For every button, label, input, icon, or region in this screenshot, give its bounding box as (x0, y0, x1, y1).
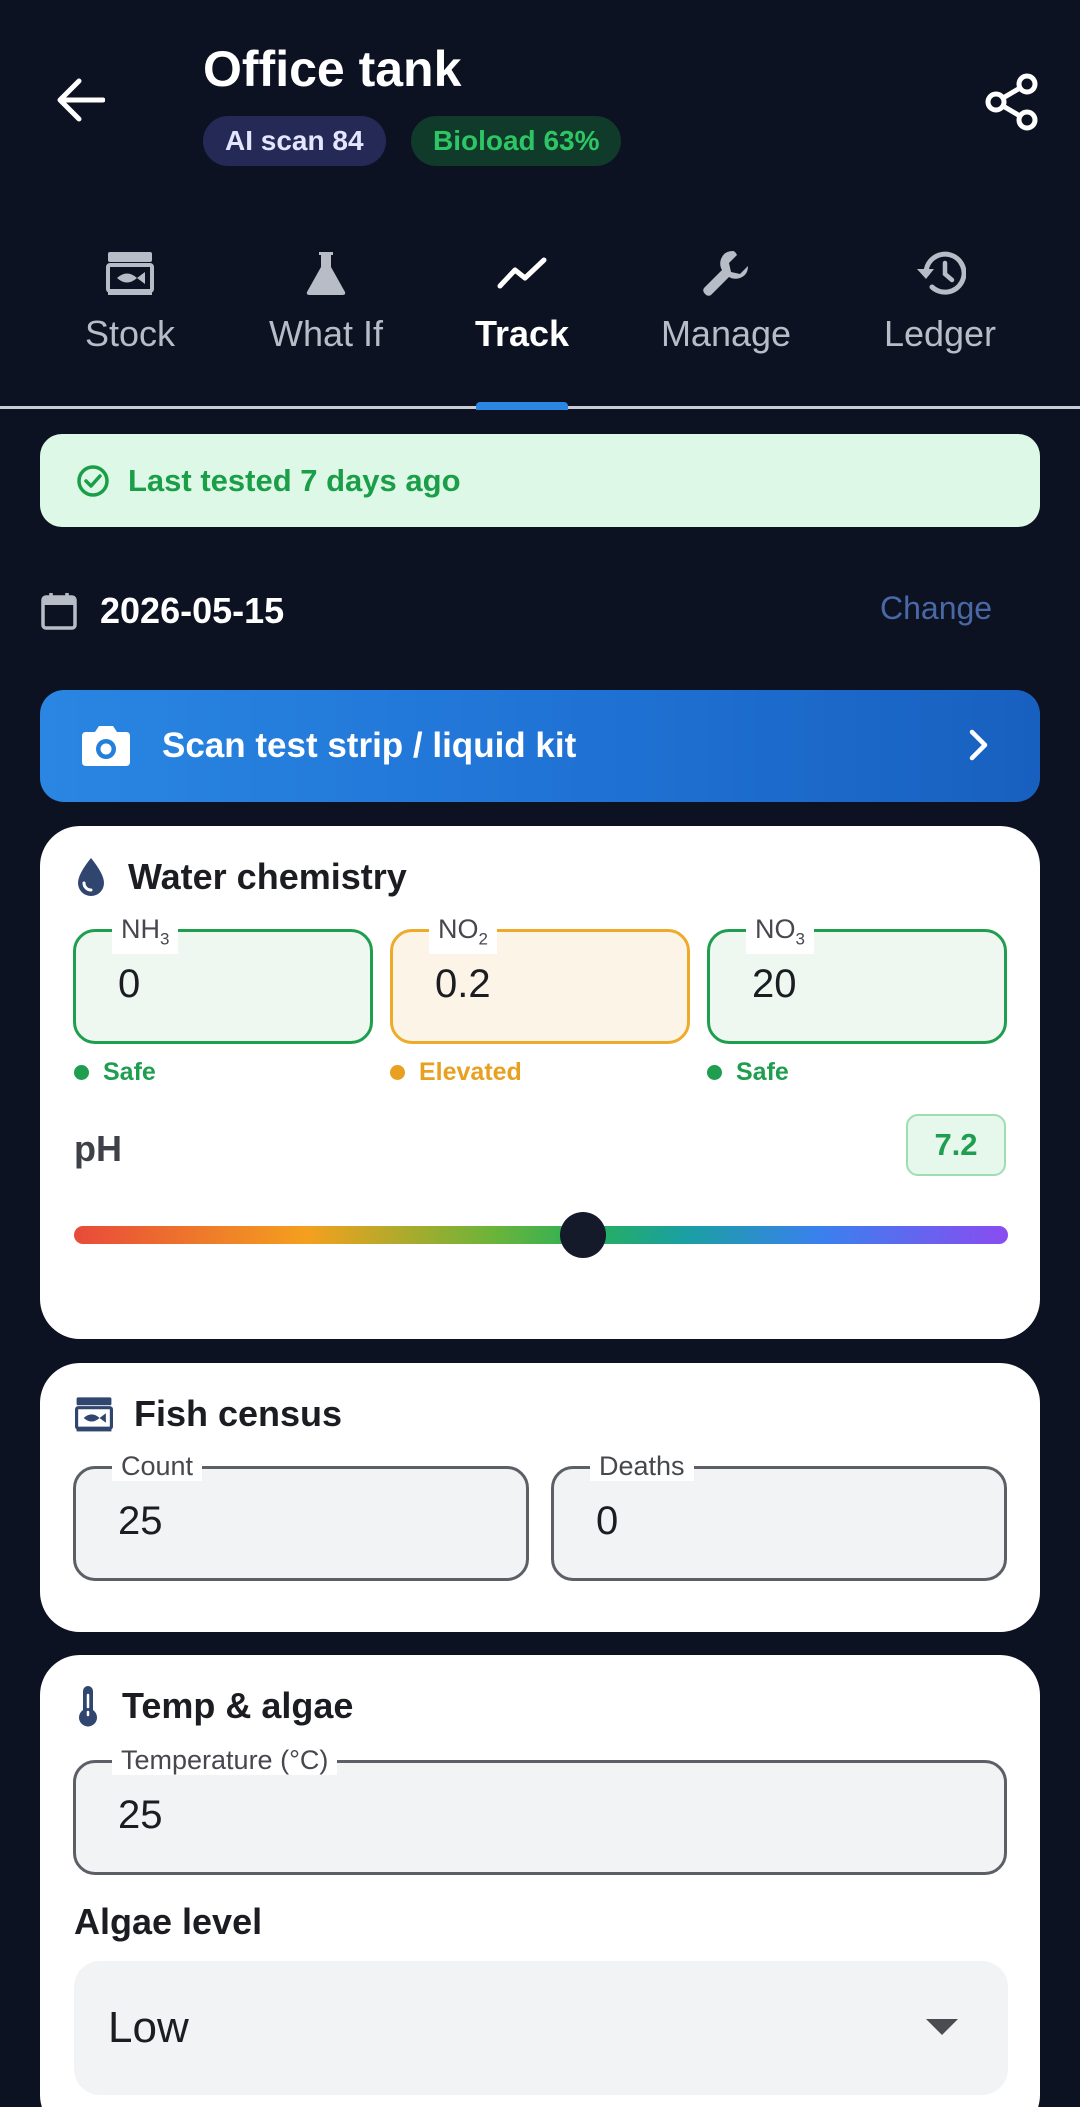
safe-dot-icon (707, 1065, 722, 1080)
back-button[interactable] (44, 64, 116, 136)
no2-label: NO2 (429, 914, 497, 955)
fish-tank-icon (75, 1397, 113, 1432)
ph-label: pH (74, 1128, 122, 1169)
fish-count-input[interactable]: Count 25 (73, 1451, 529, 1581)
temperature-label: Temperature (°C) (112, 1745, 338, 1775)
temperature-value: 25 (118, 1793, 163, 1837)
last-tested-text: Last tested 7 days ago (128, 462, 461, 498)
temperature-input[interactable]: Temperature (°C) 25 (73, 1745, 1007, 1875)
active-tab-indicator (476, 402, 568, 410)
card-title: Fish census (134, 1393, 343, 1434)
bioload-chip[interactable]: Bioload 63% (411, 116, 622, 166)
tab-label: Ledger (883, 313, 997, 354)
no3-status: Safe (707, 1058, 789, 1087)
no2-status: Elevated (390, 1058, 522, 1087)
count-label: Count (112, 1451, 203, 1481)
water-drop-icon (78, 858, 104, 896)
share-icon (985, 73, 1038, 131)
tab-what-if[interactable]: What If (236, 245, 416, 405)
wrench-icon (698, 245, 754, 301)
camera-icon (82, 726, 130, 766)
chevron-right-icon (969, 729, 988, 761)
caret-down-icon (926, 2019, 958, 2035)
card-title: Water chemistry (128, 856, 407, 897)
tab-manage[interactable]: Manage (636, 245, 816, 405)
water-chemistry-card: Water chemistry NH3 0 Safe NO2 0.2 Eleva… (40, 826, 1040, 1339)
fish-census-card: Fish census Count 25 Deaths 0 (40, 1363, 1040, 1632)
card-title: Temp & algae (122, 1685, 354, 1726)
thermometer-icon (79, 1686, 97, 1727)
flask-icon (298, 245, 354, 301)
nh3-value: 0 (118, 962, 141, 1006)
history-icon (912, 245, 968, 301)
no3-input[interactable]: NO3 20 (707, 914, 1007, 1044)
temp-algae-card: Temp & algae Temperature (°C) 25 Algae l… (40, 1655, 1040, 2107)
algae-level-label: Algae level (74, 1901, 263, 1942)
ai-scan-chip[interactable]: AI scan 84 (203, 116, 386, 166)
no2-value: 0.2 (435, 962, 491, 1006)
deaths-label: Deaths (590, 1451, 694, 1481)
trend-line-icon (494, 245, 550, 301)
last-tested-banner: Last tested 7 days ago (40, 434, 1040, 527)
scan-test-strip-button[interactable]: Scan test strip / liquid kit (40, 690, 1040, 802)
ph-slider-thumb[interactable] (560, 1212, 607, 1258)
tab-stock[interactable]: Stock (40, 245, 220, 405)
no2-input[interactable]: NO2 0.2 (390, 914, 690, 1044)
nh3-status: Safe (74, 1058, 156, 1087)
temp-algae-header: Temp & algae (74, 1685, 353, 1727)
page-title: Office tank (203, 41, 462, 97)
elevated-dot-icon (390, 1065, 405, 1080)
no3-label: NO3 (746, 914, 814, 955)
scan-button-label: Scan test strip / liquid kit (162, 726, 577, 765)
change-date-button[interactable]: Change (880, 590, 992, 627)
water-chemistry-header: Water chemistry (74, 856, 407, 898)
ph-slider-track[interactable] (74, 1226, 1008, 1244)
algae-level-select[interactable]: Low (74, 1961, 1008, 2095)
no3-value: 20 (752, 962, 797, 1006)
safe-dot-icon (74, 1065, 89, 1080)
nh3-input[interactable]: NH3 0 (73, 914, 373, 1044)
share-button[interactable] (976, 66, 1048, 138)
tab-track[interactable]: Track (432, 245, 612, 405)
fish-census-header: Fish census (74, 1393, 342, 1435)
test-date-row: 2026-05-15 (40, 585, 284, 637)
count-value: 25 (118, 1499, 163, 1543)
calendar-icon (41, 593, 77, 630)
tab-label: Manage (660, 313, 792, 354)
fish-deaths-input[interactable]: Deaths 0 (551, 1451, 1007, 1581)
fish-tank-icon (102, 245, 158, 301)
nh3-label: NH3 (112, 914, 179, 955)
ph-value-badge: 7.2 (906, 1114, 1006, 1176)
tab-label: Stock (84, 313, 176, 354)
tab-label: Track (474, 313, 570, 354)
tab-ledger[interactable]: Ledger (850, 245, 1030, 405)
tab-label: What If (268, 313, 384, 354)
arrow-left-icon (57, 78, 105, 122)
test-date: 2026-05-15 (100, 590, 285, 631)
algae-level-value: Low (108, 2003, 189, 2052)
check-circle-icon (77, 464, 109, 497)
deaths-value: 0 (596, 1499, 619, 1543)
